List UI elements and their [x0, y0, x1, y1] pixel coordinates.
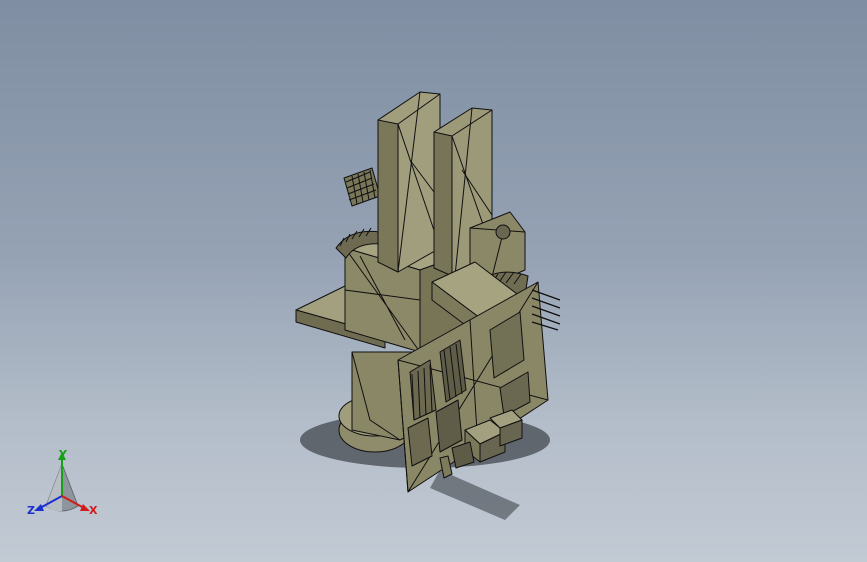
- x-axis-label: X: [89, 504, 98, 517]
- orientation-triad[interactable]: Y Z X: [26, 448, 106, 524]
- y-axis-label: Y: [59, 448, 67, 461]
- left-plate-side: [377, 119, 399, 273]
- right-plate-side: [433, 131, 453, 277]
- 3d-model-isometric-view[interactable]: [0, 0, 867, 562]
- z-axis-label: Z: [27, 504, 35, 517]
- graphics-viewport[interactable]: Y Z X: [0, 0, 867, 562]
